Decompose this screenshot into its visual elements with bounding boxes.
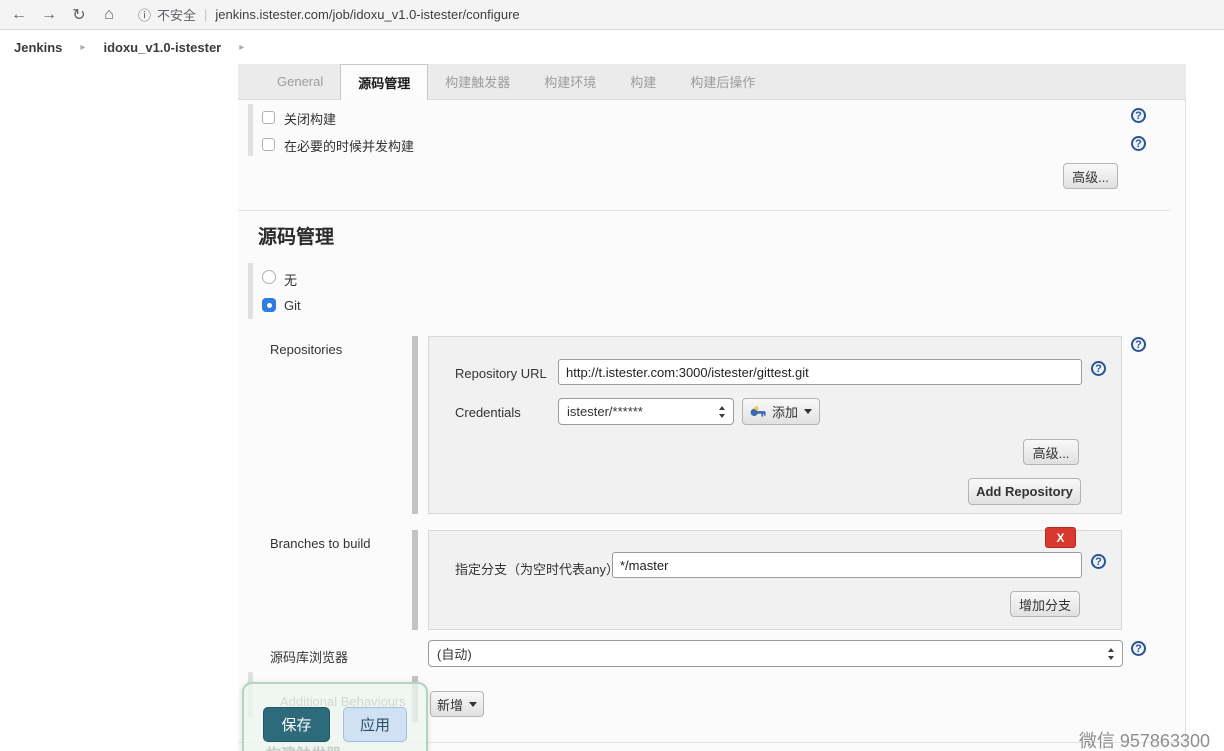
tab-build-triggers[interactable]: 构建触发器 [428,64,527,99]
concurrent-build-checkbox[interactable] [262,138,275,151]
tab-build-environment[interactable]: 构建环境 [527,64,613,99]
breadcrumb: Jenkins ▸ idoxu_v1.0-istester ▸ [0,30,1224,64]
repositories-label: Repositories [270,342,342,357]
chevron-right-icon: ▸ [239,42,244,53]
disable-build-label: 关闭构建 [284,109,336,128]
select-spinner-icon [718,405,727,419]
help-icon[interactable]: ? [1131,108,1146,123]
tab-general[interactable]: General [260,64,340,99]
url-text[interactable]: jenkins.istester.com/job/idoxu_v1.0-iste… [215,7,519,22]
caret-down-icon [469,702,477,707]
tab-build[interactable]: 构建 [613,64,673,99]
repository-url-input[interactable] [558,359,1082,385]
save-button[interactable]: 保存 [263,707,330,742]
help-icon[interactable]: ? [1091,554,1106,569]
branch-specifier-input[interactable] [612,552,1082,578]
tab-source-code-management[interactable]: 源码管理 [340,64,428,100]
watermark-text: 微信 957863300 [1079,727,1210,751]
section-indent-bar [248,104,253,156]
repository-url-label: Repository URL [455,366,547,381]
forward-icon[interactable]: → [34,6,64,24]
breadcrumb-jenkins[interactable]: Jenkins [14,40,62,55]
scm-git-label: Git [284,298,301,313]
caret-down-icon [804,409,812,414]
help-icon[interactable]: ? [1091,361,1106,376]
delete-branch-button[interactable]: X [1045,527,1076,548]
apply-button[interactable]: 应用 [343,707,407,742]
repo-browser-select[interactable]: (自动) [428,640,1123,667]
reload-icon[interactable]: ↻ [64,5,94,25]
credentials-select[interactable]: istester/****** [558,398,734,425]
breadcrumb-job[interactable]: idoxu_v1.0-istester [103,40,221,55]
add-branch-button[interactable]: 增加分支 [1010,591,1080,617]
scm-git-radio[interactable] [262,298,276,312]
add-behaviour-button[interactable]: 新增 [430,691,484,717]
section-indent-bar [248,263,253,319]
credentials-label: Credentials [455,405,521,420]
help-icon[interactable]: ? [1131,136,1146,151]
help-icon[interactable]: ? [1131,337,1146,352]
add-credential-label: 添加 [772,402,798,421]
disable-build-checkbox[interactable] [262,111,275,124]
home-icon[interactable]: ⌂ [94,6,124,24]
add-repository-button[interactable]: Add Repository [968,478,1081,505]
add-credential-button[interactable]: 添加 [742,398,820,425]
advanced-button[interactable]: 高级... [1063,163,1118,189]
repeatable-chunk-bar [412,530,418,630]
security-label[interactable]: 不安全 [157,5,196,24]
info-icon[interactable]: ⓘ [138,5,151,24]
credentials-value: istester/****** [567,404,643,419]
repo-browser-value: (自动) [437,644,472,663]
scm-none-label: 无 [284,270,297,289]
add-behaviour-label: 新增 [437,695,463,714]
browser-toolbar: ← → ↻ ⌂ ⓘ 不安全 | jenkins.istester.com/job… [0,0,1224,30]
concurrent-build-label: 在必要的时候并发构建 [284,136,414,155]
key-icon [750,406,766,417]
address-divider: | [204,7,207,22]
address-bar[interactable]: ⓘ 不安全 | jenkins.istester.com/job/idoxu_v… [138,5,520,24]
select-spinner-icon [1107,647,1116,661]
scm-none-radio[interactable] [262,270,276,284]
jenkins-configure-page: ← → ↻ ⌂ ⓘ 不安全 | jenkins.istester.com/job… [0,0,1224,751]
chevron-right-icon: ▸ [80,42,85,53]
back-icon[interactable]: ← [4,6,34,24]
repo-browser-label: 源码库浏览器 [270,647,348,666]
config-tabs: General 源码管理 构建触发器 构建环境 构建 构建后操作 [238,64,1186,100]
help-icon[interactable]: ? [1131,641,1146,656]
advanced-button[interactable]: 高级... [1023,439,1079,465]
scm-section-heading: 源码管理 [258,222,334,249]
repeatable-chunk-bar [412,336,418,514]
section-divider [238,210,1170,211]
branch-specifier-label: 指定分支（为空时代表any） [455,559,619,578]
tab-post-build-actions[interactable]: 构建后操作 [673,64,772,99]
branches-to-build-label: Branches to build [270,536,370,551]
